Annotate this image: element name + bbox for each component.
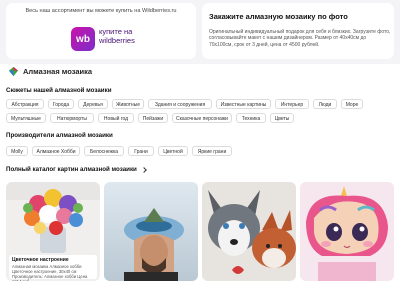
maker-chip[interactable]: Алмазное Хобби <box>32 146 80 156</box>
theme-chip[interactable]: Цветы <box>270 113 294 123</box>
product-subtitle: Алмазная мозаика Алмазное хобби Цветочно… <box>12 264 88 281</box>
product-card[interactable]: Цветочное настроение Алмазная мозаика Ал… <box>6 182 100 281</box>
brand-title: Алмазная мозаика <box>23 67 93 76</box>
maker-chip[interactable]: Цветной <box>158 146 188 156</box>
theme-chip[interactable]: Города <box>48 99 74 109</box>
wildberries-note: Весь наш ассортимент вы можете купить на… <box>25 8 177 14</box>
product-card[interactable] <box>300 182 394 281</box>
wildberries-logo-icon: wb <box>71 27 95 51</box>
product-caption: Цветочное настроение Алмазная мозаика Ал… <box>9 255 97 281</box>
promo-text: Оригинальный индивидуальный подарок для … <box>209 29 391 48</box>
maker-chip[interactable]: Яркие грани <box>192 146 232 156</box>
unicorn-girl-image <box>300 182 394 281</box>
product-card[interactable] <box>104 182 198 281</box>
theme-chip[interactable]: Сказочные персонажи <box>172 113 232 123</box>
wildberries-logo-text: купите на wildberries <box>99 27 135 45</box>
theme-chip[interactable]: Море <box>341 99 363 109</box>
catalog-heading-link[interactable]: Полный каталог картин алмазной мозаики <box>6 166 147 173</box>
photo-mosaic-promo-card[interactable]: Закажите алмазную мозаику по фото Оригин… <box>202 3 394 59</box>
wildberries-card[interactable]: Весь наш ассортимент вы можете купить на… <box>6 3 196 59</box>
theme-chip[interactable]: Люди <box>313 99 337 109</box>
product-card[interactable] <box>202 182 296 281</box>
theme-chip[interactable]: Мультяшные <box>6 113 46 123</box>
maker-chip[interactable]: Грани <box>128 146 154 156</box>
product-title: Цветочное настроение <box>12 257 69 263</box>
theme-chip[interactable]: Интерьер <box>275 99 309 109</box>
brand-header: Алмазная мозаика <box>8 66 92 77</box>
catalog-heading: Полный каталог картин алмазной мозаики <box>6 166 137 173</box>
chevron-right-icon <box>141 166 147 173</box>
diamond-logo-icon <box>8 66 19 77</box>
makers-heading: Производители алмазной мозаики <box>6 132 113 139</box>
theme-chip[interactable]: Натюрморты <box>50 113 94 123</box>
theme-chip[interactable]: Деревья <box>78 99 108 109</box>
theme-chip[interactable]: Известные картины <box>216 99 271 109</box>
surreal-portrait-image <box>104 182 198 281</box>
theme-chip[interactable]: Здания и сооружения <box>148 99 212 109</box>
theme-chip[interactable]: Абстракция <box>6 99 44 109</box>
maker-chip[interactable]: Molly <box>6 146 28 156</box>
maker-chip[interactable]: Белоснежка <box>84 146 124 156</box>
husky-fox-image <box>202 182 296 281</box>
theme-chip[interactable]: Новый год <box>98 113 134 123</box>
promo-title: Закажите алмазную мозаику по фото <box>209 12 348 21</box>
theme-chip[interactable]: Пейзажи <box>138 113 168 123</box>
theme-chip[interactable]: Животные <box>112 99 144 109</box>
theme-chip[interactable]: Техника <box>236 113 266 123</box>
themes-heading: Сюжеты нашей алмазной мозаики <box>6 87 112 94</box>
